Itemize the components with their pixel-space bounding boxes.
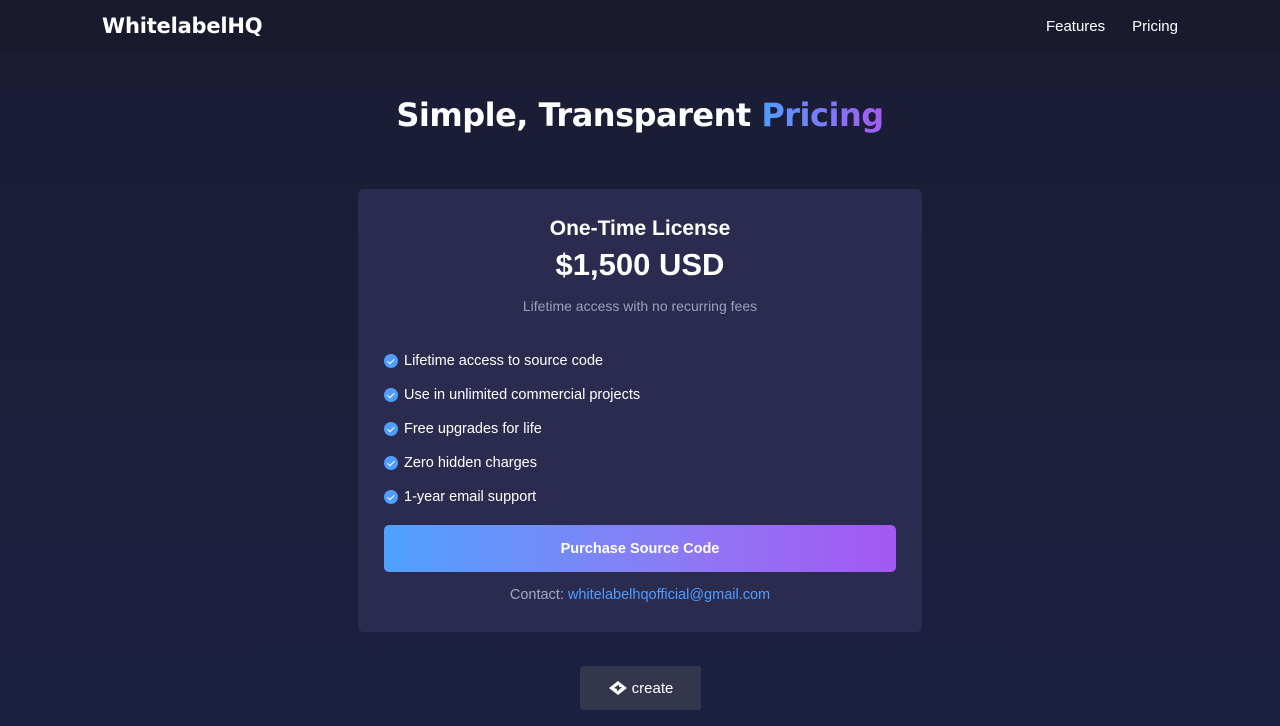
check-circle-icon: [384, 422, 398, 436]
feature-text: Zero hidden charges: [404, 455, 537, 471]
feature-text: Lifetime access to source code: [404, 353, 604, 369]
page: WhitelabelHQ Features Pricing Simple, Tr…: [0, 0, 1280, 726]
pricing-card: One-Time License $1,500 USD Lifetime acc…: [358, 189, 922, 632]
create-logo-icon: [608, 681, 627, 695]
check-circle-icon: [384, 456, 398, 470]
page-title: Simple, Transparent Pricing: [0, 96, 1280, 134]
check-circle-icon: [384, 354, 398, 368]
main-nav: Features Pricing: [1046, 18, 1178, 35]
check-circle-icon: [384, 490, 398, 504]
page-title-main: Simple, Transparent: [396, 96, 751, 134]
feature-text: Free upgrades for life: [404, 421, 542, 437]
contact-line: Contact: whitelabelhqofficial@gmail.com: [358, 587, 922, 603]
top-nav-bar: WhitelabelHQ Features Pricing: [0, 0, 1280, 54]
feature-item: Lifetime access to source code: [384, 344, 640, 378]
page-title-accent: Pricing: [761, 96, 884, 134]
contact-label: Contact:: [509, 587, 564, 603]
plan-subtitle: Lifetime access with no recurring fees: [522, 298, 758, 314]
check-circle-icon: [384, 388, 398, 402]
purchase-button[interactable]: Purchase Source Code: [384, 525, 896, 572]
feature-text: Use in unlimited commercial projects: [404, 387, 641, 403]
feature-text: 1-year email support: [404, 489, 537, 505]
feature-item: Use in unlimited commercial projects: [384, 378, 640, 412]
plan-price: $1,500 USD: [555, 247, 725, 282]
feature-item: 1-year email support: [384, 480, 640, 514]
feature-item: Free upgrades for life: [384, 412, 640, 446]
feature-item: Zero hidden charges: [384, 446, 640, 480]
plan-title: One-Time License: [549, 217, 731, 240]
brand-logo[interactable]: WhitelabelHQ: [102, 14, 263, 38]
create-badge-label: create: [631, 679, 674, 697]
create-badge-button[interactable]: create: [580, 666, 701, 710]
contact-email-link[interactable]: whitelabelhqofficial@gmail.com: [568, 587, 770, 603]
nav-link-pricing[interactable]: Pricing: [1132, 18, 1178, 35]
feature-list: Lifetime access to source code Use in un…: [384, 344, 640, 514]
nav-link-features[interactable]: Features: [1046, 18, 1105, 35]
